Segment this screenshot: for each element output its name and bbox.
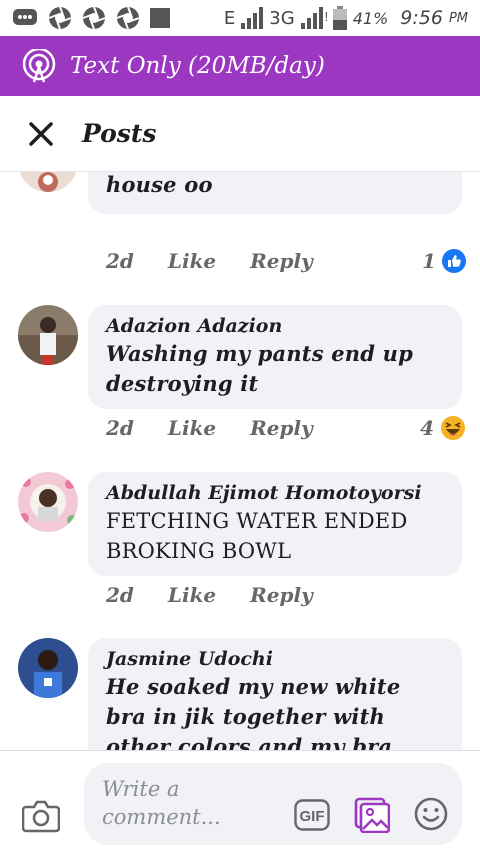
network-type-label: 3G	[269, 7, 295, 29]
signal-icon	[241, 7, 264, 29]
comment-composer: Write a comment... GIF	[0, 750, 480, 854]
clock-time: 9:56	[400, 7, 443, 29]
gif-button[interactable]: GIF	[294, 799, 330, 831]
avatar[interactable]	[18, 472, 78, 532]
reaction-count: 4	[420, 416, 434, 440]
comment-bubble[interactable]: My can't do anything in the house oo	[88, 172, 462, 214]
comment-author[interactable]: Jasmine Udochi	[106, 646, 444, 672]
avatar-image	[18, 472, 78, 532]
image-icon[interactable]	[354, 797, 390, 833]
reply-link[interactable]: Reply	[250, 583, 313, 607]
comment-text: Washing my pants end up destroying it	[106, 341, 413, 396]
square-notification-icon	[150, 8, 170, 28]
reply-link[interactable]: Reply	[250, 249, 313, 273]
comment-input[interactable]: Write a comment... GIF	[84, 763, 462, 845]
network-type-label: E	[223, 7, 236, 29]
avatar-image	[18, 172, 78, 192]
avatar[interactable]	[18, 172, 78, 192]
like-reaction-icon	[442, 249, 466, 273]
comment-bubble[interactable]: Adazion Adazion Washing my pants end up …	[88, 305, 462, 409]
reaction-count: 1	[422, 249, 436, 273]
reaction-summary[interactable]: 1	[422, 249, 466, 273]
reaction-summary[interactable]: 4	[420, 415, 466, 441]
comment-text: My can't do anything in the house oo	[106, 172, 213, 197]
close-icon[interactable]	[28, 121, 54, 147]
like-link[interactable]: Like	[168, 416, 216, 440]
avatar-image	[18, 305, 78, 365]
avatar[interactable]	[18, 638, 78, 698]
status-bar: E 3G ! 41% 9:56 PM	[0, 0, 480, 36]
camera-icon[interactable]	[22, 799, 60, 833]
gif-label: GIF	[300, 808, 325, 825]
like-link[interactable]: Like	[168, 249, 216, 273]
comments-list[interactable]: My can't do anything in the house oo 2d …	[0, 172, 480, 750]
aperture-icon	[116, 6, 140, 30]
battery-icon	[332, 6, 347, 30]
comment-actions: 2d Like Reply 4	[106, 413, 466, 443]
aperture-icon	[48, 6, 72, 30]
comment-actions: 2d Like Reply 1	[106, 246, 466, 276]
comment-author[interactable]: Adazion Adazion	[106, 313, 444, 339]
comment-time: 2d	[106, 416, 134, 440]
svg-text:!: !	[324, 10, 327, 24]
comment-bubble[interactable]: Jasmine Udochi He soaked my new white br…	[88, 638, 462, 750]
avatar[interactable]	[18, 305, 78, 365]
haha-reaction-icon	[441, 416, 465, 440]
battery-percent: 41%	[352, 8, 389, 28]
notification-icons	[12, 6, 170, 30]
comment-time: 2d	[106, 583, 134, 607]
like-link[interactable]: Like	[168, 583, 216, 607]
reply-link[interactable]: Reply	[250, 416, 313, 440]
emoji-icon[interactable]	[414, 797, 448, 831]
free-mode-banner[interactable]: Text Only (20MB/day)	[0, 36, 480, 96]
comment-text: He soaked my new white bra in jik togeth…	[106, 674, 401, 750]
signal-icon: !	[300, 7, 327, 29]
avatar-image	[18, 638, 78, 698]
free-mode-label: Text Only (20MB/day)	[70, 53, 325, 79]
clock-ampm: PM	[448, 10, 468, 26]
comment-time: 2d	[106, 249, 134, 273]
aperture-icon	[82, 6, 106, 30]
comment-actions: 2d Like Reply	[106, 580, 466, 610]
page-header: Posts	[0, 96, 480, 172]
comment-author[interactable]: Abdullah Ejimot Homotoyorsi	[106, 480, 444, 506]
comment-bubble[interactable]: Abdullah Ejimot Homotoyorsi FETCHING WAT…	[88, 472, 462, 576]
page-title: Posts	[82, 119, 157, 148]
message-icon	[13, 9, 37, 25]
comment-input-placeholder: Write a comment...	[102, 777, 221, 829]
free-mode-broadcast-icon	[22, 49, 56, 83]
status-right: E 3G ! 41% 9:56 PM	[224, 6, 468, 30]
comment-text: FETCHING WATER ENDED BROKING BOWL	[106, 509, 408, 563]
